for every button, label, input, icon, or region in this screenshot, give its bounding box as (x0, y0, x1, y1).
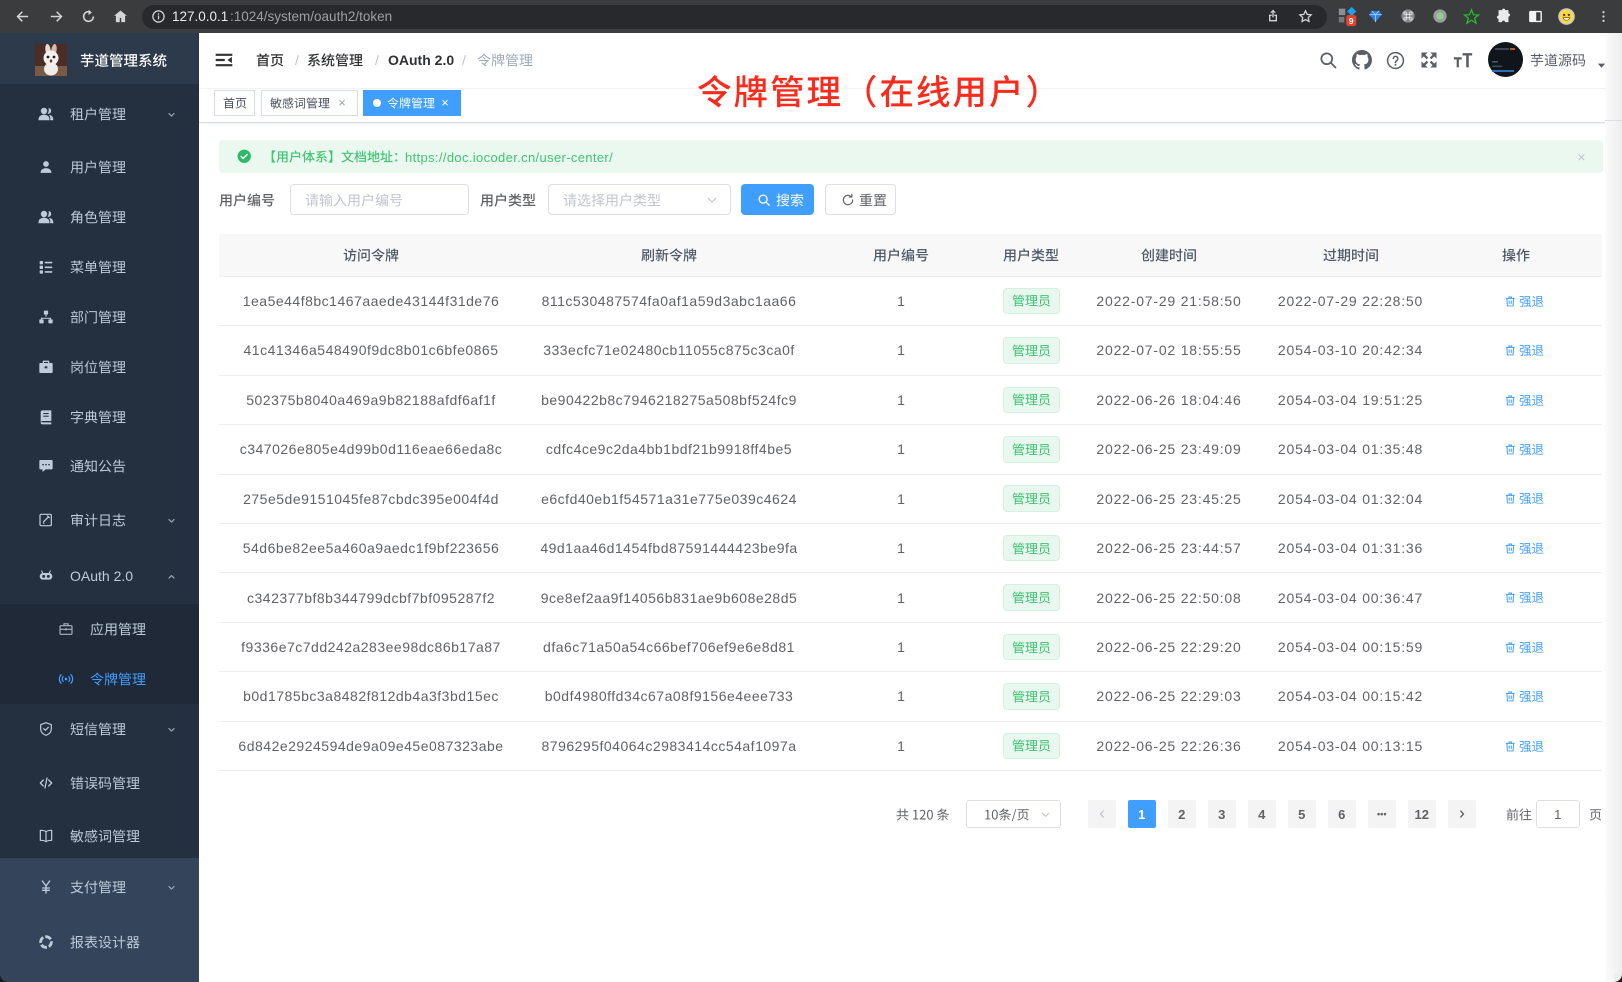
svg-text:9: 9 (1349, 16, 1354, 26)
